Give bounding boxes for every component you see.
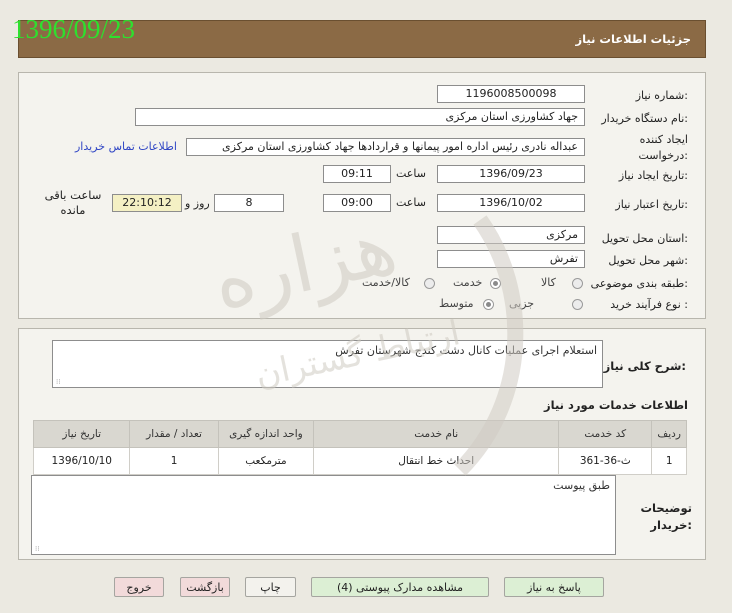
col-service-code: کد خدمت [558,420,653,448]
resize-grip-icon[interactable]: ⁞⁞ [56,378,60,386]
resize-grip-icon[interactable]: ⁞⁞ [35,545,39,553]
summary-text: استعلام اجرای عملیات کانال دشت کندج شهرس… [335,344,597,357]
col-need-date: تاریخ نیاز [32,420,131,448]
summary-label: شرح کلی نیاز: [603,359,686,373]
created-time-field: 09:11 [323,165,391,183]
city-label: شهر محل تحویل: [608,254,688,267]
buyer-org-field: جهاد کشاورزی استان مرکزی [135,108,585,126]
validity-time-label: ساعت [396,196,426,209]
category-label: طبقه بندی موضوعی: [590,277,688,290]
process-option-medium: متوسط [439,297,474,310]
services-header-row: تاریخ نیاز تعداد / مقدار واحد اندازه گیر… [32,420,687,448]
created-time-label: ساعت [396,167,426,180]
attachments-button[interactable]: مشاهده مدارک پیوستی (4) [311,577,489,597]
summary-textarea: استعلام اجرای عملیات کانال دشت کندج شهرس… [52,340,603,388]
col-row-number: ردیف [651,420,687,448]
city-field: تفرش [437,250,585,268]
services-title: اطلاعات خدمات مورد نیاز [544,398,688,412]
category-radio-goods-service[interactable] [424,278,435,289]
validity-date-field: 1396/10/02 [437,194,585,212]
buyer-notes-label: توضیحات خریدار: [640,501,693,532]
category-option-service: خدمت [453,276,483,289]
validity-time-field: 09:00 [323,194,391,212]
province-field: مرکزی [437,226,585,244]
need-number-label: شماره نیاز: [635,89,688,102]
cell-row-number: 1 [651,447,687,475]
remaining-time-label: ساعت باقی مانده [44,188,102,217]
cell-need-date: 1396/10/10 [32,447,131,475]
need-number-field: 1196008500098 [437,85,585,103]
back-button[interactable]: بازگشت [180,577,230,597]
created-date-field: 1396/09/23 [437,165,585,183]
reply-button[interactable]: پاسخ به نیاز [504,577,604,597]
cell-quantity: 1 [129,447,219,475]
process-radio-minor[interactable] [572,299,583,310]
col-quantity: تعداد / مقدار [129,420,219,448]
category-radio-service[interactable] [490,278,501,289]
services-table: تاریخ نیاز تعداد / مقدار واحد اندازه گیر… [32,420,687,475]
requester-field: عبداله نادری رئیس اداره امور پیمانها و ق… [186,138,585,156]
remaining-time-field: 22:10:12 [112,194,182,212]
buyer-notes-text: طبق پیوست [553,479,610,492]
table-row: 1396/10/10 1 مترمکعب احداث خط انتقال ث-3… [32,447,687,475]
buyer-org-label: نام دستگاه خریدار: [601,112,688,125]
days-and-label: روز و [185,197,210,210]
buyer-notes-textarea: طبق پیوست ⁞⁞ [31,475,616,555]
contact-buyer-link[interactable]: اطلاعات تماس خریدار [75,140,177,153]
created-date-label: تاریخ ایجاد نیاز: [618,169,688,182]
date-stamp: 1396/09/23 [12,14,136,44]
process-label: نوع فرآیند خرید : [610,298,688,311]
col-unit: واحد اندازه گیری [217,420,315,448]
print-button[interactable]: چاپ [245,577,296,597]
cell-unit: مترمکعب [217,447,315,475]
cell-service-name: احداث خط انتقال [313,447,560,475]
category-radio-goods[interactable] [572,278,583,289]
col-service-name: نام خدمت [313,420,560,448]
exit-button[interactable]: خروج [114,577,164,597]
process-option-minor: جزیی [509,297,535,310]
category-option-goods: کالا [541,276,556,289]
validity-date-label: تاریخ اعتبار نیاز: [615,198,688,211]
days-left-field: 8 [214,194,284,212]
cell-service-code: ث-36-361 [558,447,653,475]
process-radio-medium[interactable] [483,299,494,310]
requester-label: ایجاد کننده درخواست: [638,133,689,162]
province-label: استان محل تحویل: [601,232,688,245]
page-title: جزئیات اطلاعات نیاز [575,32,691,46]
category-option-goods-service: کالا/خدمت [362,276,410,289]
